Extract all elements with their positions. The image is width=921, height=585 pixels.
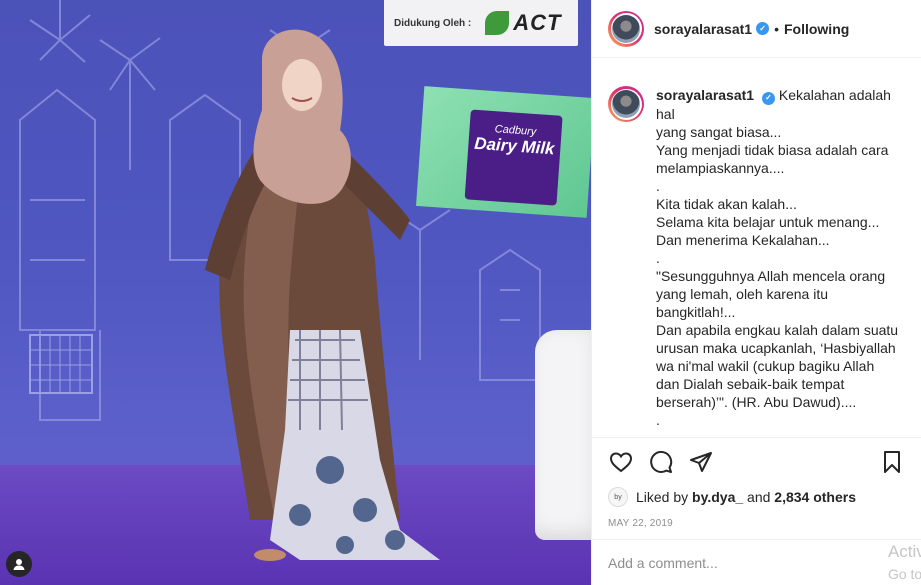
caption-line: . (656, 177, 660, 194)
caption-line: Yang menjadi tidak biasa adalah cara (656, 141, 889, 158)
verified-badge-icon: ✓ (761, 91, 775, 105)
caption-line: dan Dialah sebaik-baik tempat (656, 375, 845, 392)
caption-line-0: sorayalarasat1 ✓ Kekalahan adalah hal (656, 87, 891, 122)
photo-illustration (19, 0, 541, 561)
act-leaf-logo-icon (485, 11, 510, 35)
likes-row: by Liked by by.dya_ and 2,834 others (592, 486, 921, 508)
caption-line: Selama kita belajar untuk menang... (656, 213, 880, 230)
post-date[interactable]: MAY 22, 2019 (592, 508, 921, 529)
post-header: sorayalarasat1 ✓ • Following (592, 0, 921, 58)
white-chair (535, 330, 591, 540)
avatar[interactable] (608, 86, 644, 122)
caption-line: melampiaskannya.... (656, 159, 785, 176)
caption-line: . (656, 411, 660, 428)
post-side-panel: sorayalarasat1 ✓ • Following sorayalaras… (591, 0, 921, 585)
profile-picture (612, 14, 640, 43)
caption-line: "Sesungguhnya Allah mencela orang (656, 267, 886, 284)
comment-input[interactable] (608, 554, 905, 571)
user-tag-icon[interactable] (6, 551, 32, 577)
avatar[interactable] (608, 10, 644, 47)
likes-prefix: Liked by (636, 489, 689, 505)
caption-line: urusan maka ucapkanlah, ‘Hasbiyallah (656, 339, 896, 356)
caption-line: bangkitlah!... (656, 303, 736, 320)
action-bar (592, 438, 921, 486)
bookmark-icon[interactable] (879, 449, 905, 475)
share-icon[interactable] (688, 449, 714, 475)
following-button[interactable]: Following (784, 21, 849, 37)
caption-line: Dan apabila engkau kalah dalam suatu (656, 321, 899, 338)
header-username[interactable]: sorayalarasat1 (654, 21, 752, 37)
comment-bar: Activate Go to Sett (592, 539, 921, 585)
caption-line: yang lemah, oleh karena itu (656, 285, 828, 302)
caption-line: Dan menerima Kekalahan... (656, 231, 830, 248)
comment-icon[interactable] (648, 449, 674, 475)
caption-line: yang sangat biasa... (656, 123, 782, 140)
likes-count-link[interactable]: 2,834 others (774, 489, 856, 505)
caption-area: sorayalarasat1 ✓ Kekalahan adalah hal ya… (592, 58, 921, 438)
sponsor-label: Didukung Oleh : (394, 17, 472, 29)
caption-line: wa ni'mal wakil (cukup bagiku Allah (656, 357, 875, 374)
likes-joiner: and (747, 489, 771, 505)
caption-author[interactable]: sorayalarasat1 (656, 87, 754, 103)
caption-line: Kita tidak akan kalah... (656, 195, 797, 212)
caption-line: berserah)’". (HR. Abu Dawud).... (656, 393, 857, 410)
chocolate-wrapper: Cadbury Dairy Milk (464, 109, 563, 206)
caption-text: sorayalarasat1 ✓ Kekalahan adalah hal ya… (656, 86, 905, 437)
caption-line: . (656, 429, 660, 438)
heart-icon[interactable] (608, 449, 634, 475)
sponsor-banner: Didukung Oleh : ACT (384, 0, 578, 46)
profile-picture (612, 90, 640, 118)
sponsor-logo: ACT (513, 10, 562, 35)
product-billboard: Cadbury Dairy Milk (416, 86, 591, 218)
header-separator: • (774, 20, 779, 37)
post-photo[interactable]: Didukung Oleh : ACT Cadbury Dairy Milk (0, 0, 591, 585)
caption-line: . (656, 249, 660, 266)
verified-badge-icon: ✓ (756, 22, 770, 35)
liker-username[interactable]: by.dya_ (692, 489, 743, 505)
liker-avatar[interactable]: by (608, 487, 628, 507)
